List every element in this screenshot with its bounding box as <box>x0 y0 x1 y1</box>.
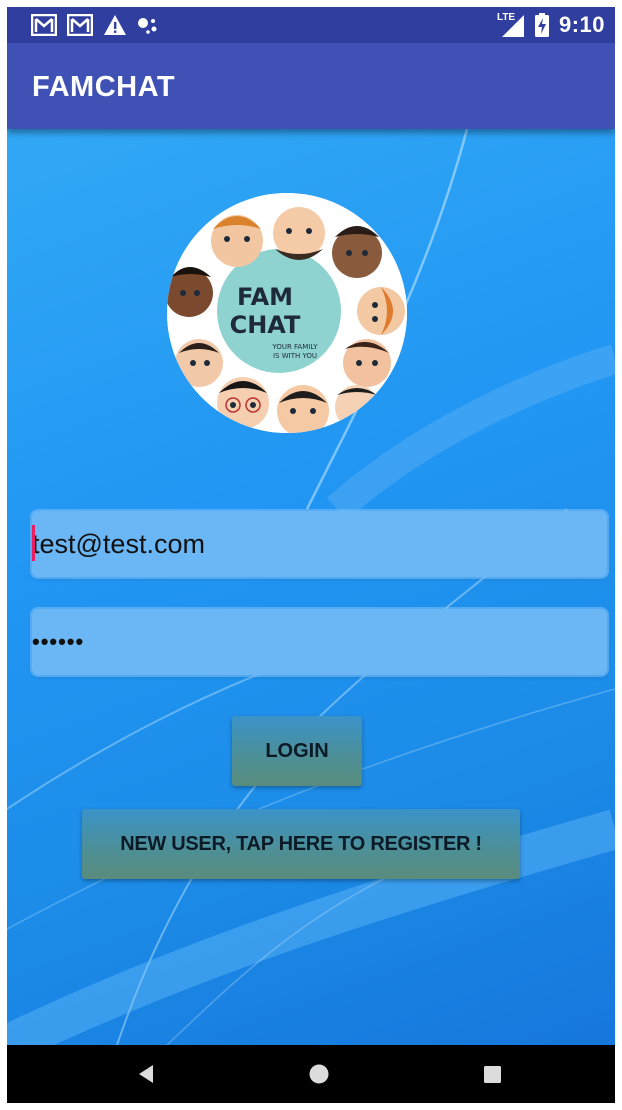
email-field[interactable] <box>32 511 607 577</box>
signal-icon: LTE <box>497 12 525 38</box>
battery-charging-icon <box>534 13 549 37</box>
warning-icon <box>103 14 127 36</box>
phone-screen: LTE 9:10 FAMCHAT FAM CHAT YOUR FAMILY IS… <box>7 7 615 1103</box>
login-button[interactable]: LOGIN <box>232 716 362 786</box>
logo-tagline-1: YOUR FAMILY <box>271 343 318 351</box>
password-field[interactable] <box>32 609 607 675</box>
recents-icon[interactable] <box>477 1059 507 1089</box>
assistant-dots-icon <box>137 14 159 36</box>
home-icon[interactable] <box>304 1059 334 1089</box>
gmail-icon <box>31 14 57 36</box>
logo-text-chat: CHAT <box>230 311 301 339</box>
clock: 9:10 <box>558 12 605 37</box>
status-bar: LTE 9:10 <box>7 7 615 43</box>
password-field-container <box>32 609 607 675</box>
app-title: FAMCHAT <box>32 71 176 103</box>
gmail-icon <box>67 14 93 36</box>
back-icon[interactable] <box>131 1059 161 1089</box>
notification-icons <box>31 13 159 37</box>
app-bar: FAMCHAT <box>7 43 615 129</box>
register-button[interactable]: NEW USER, TAP HERE TO REGISTER ! <box>82 809 520 879</box>
app-logo: FAM CHAT YOUR FAMILY IS WITH YOU <box>167 193 407 433</box>
system-icons: LTE 9:10 <box>497 11 605 39</box>
login-screen: FAM CHAT YOUR FAMILY IS WITH YOU LOGIN N… <box>7 129 615 1045</box>
text-cursor <box>32 525 35 561</box>
logo-tagline-2: IS WITH YOU <box>273 352 317 360</box>
navigation-bar <box>7 1045 615 1103</box>
email-field-container <box>32 511 607 577</box>
logo-text-fam: FAM <box>237 283 293 311</box>
